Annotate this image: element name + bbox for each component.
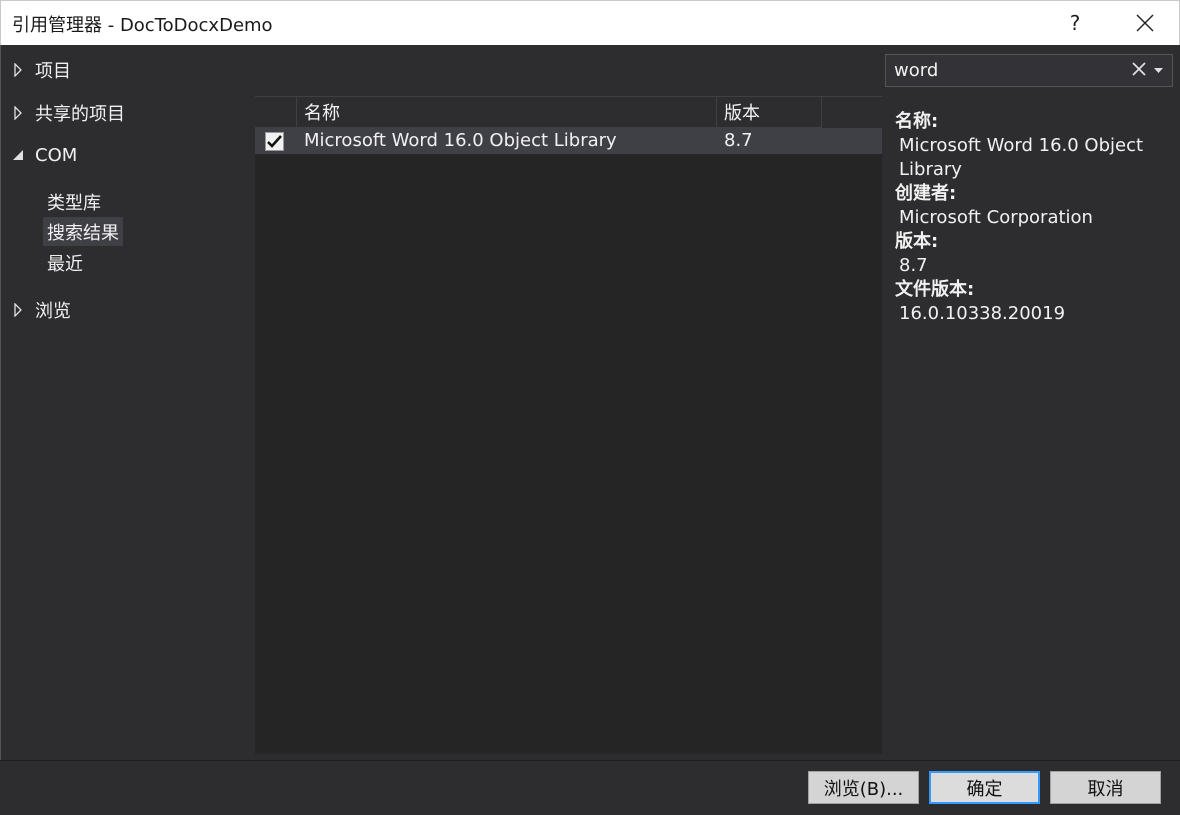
close-icon — [1136, 14, 1154, 32]
details-pane: 名称: Microsoft Word 16.0 Object Library 创… — [895, 110, 1165, 326]
detail-name-value: Microsoft Word 16.0 Object Library — [899, 135, 1144, 180]
collapse-arrow-icon[interactable] — [1, 149, 35, 161]
help-button[interactable]: ? — [1046, 1, 1104, 45]
nav-sub-search-results[interactable]: 搜索结果 — [43, 217, 123, 246]
detail-file-version-value: 16.0.10338.20019 — [899, 303, 1066, 324]
nav-sub-type-library[interactable]: 类型库 — [43, 187, 105, 216]
column-header-label: 版本 — [724, 103, 760, 124]
row-version: 8.7 — [724, 130, 753, 151]
help-icon: ? — [1069, 11, 1081, 35]
row-checkbox[interactable] — [265, 132, 284, 151]
nav-item-shared-projects[interactable]: 共享的项目 — [1, 98, 125, 128]
dialog-footer: 浏览(B)... 确定 取消 — [0, 760, 1180, 815]
expand-arrow-icon[interactable] — [1, 106, 35, 120]
nav-item-com[interactable]: COM — [1, 140, 77, 170]
nav-sub-label: 最近 — [47, 253, 83, 275]
nav-sub-recent[interactable]: 最近 — [43, 248, 87, 277]
browse-button-label: 浏览(B)... — [823, 778, 904, 800]
expand-arrow-icon[interactable] — [1, 63, 35, 77]
window-title: 引用管理器 - DocToDocxDemo — [12, 15, 273, 36]
nav-item-label: 共享的项目 — [35, 104, 125, 125]
detail-name-label: 名称: — [895, 111, 939, 132]
nav-sub-label: 搜索结果 — [47, 222, 119, 244]
ok-button-label: 确定 — [966, 778, 1003, 800]
row-name: Microsoft Word 16.0 Object Library — [304, 130, 617, 151]
checkmark-icon — [267, 135, 282, 148]
detail-file-version-label: 文件版本: — [895, 279, 975, 300]
detail-author-value: Microsoft Corporation — [899, 207, 1093, 228]
nav-item-label: COM — [35, 144, 78, 166]
column-header-name[interactable]: 名称 — [297, 97, 717, 128]
column-header-version[interactable]: 版本 — [717, 97, 822, 128]
navigation-pane: 项目 共享的项目 COM 类型库 搜索结果 最近 浏览 — [0, 45, 255, 760]
nav-item-browse[interactable]: 浏览 — [1, 295, 71, 325]
nav-item-label: 浏览 — [35, 301, 71, 322]
title-bar: 引用管理器 - DocToDocxDemo ? — [0, 0, 1180, 45]
browse-button[interactable]: 浏览(B)... — [808, 771, 919, 804]
expand-arrow-icon[interactable] — [1, 303, 35, 317]
close-button[interactable] — [1116, 1, 1174, 45]
column-header-label: 名称 — [304, 103, 340, 124]
nav-item-label: 项目 — [35, 61, 71, 82]
column-header-checkbox[interactable] — [255, 97, 297, 128]
table-row[interactable]: Microsoft Word 16.0 Object Library 8.7 — [255, 128, 882, 154]
search-input[interactable]: word — [894, 60, 938, 81]
detail-version-label: 版本: — [895, 231, 939, 252]
clear-search-icon[interactable] — [1131, 61, 1147, 77]
detail-author-label: 创建者: — [895, 183, 957, 204]
detail-version-value: 8.7 — [899, 255, 928, 276]
search-box[interactable]: word — [885, 54, 1173, 87]
nav-item-projects[interactable]: 项目 — [1, 55, 71, 85]
cancel-button-label: 取消 — [1087, 778, 1124, 800]
nav-sub-label: 类型库 — [47, 192, 101, 214]
reference-list: 名称 版本 Microsoft Word 16.0 Object Library… — [255, 96, 882, 754]
list-header: 名称 版本 — [255, 96, 882, 128]
cancel-button[interactable]: 取消 — [1050, 771, 1161, 804]
chevron-down-icon[interactable] — [1154, 68, 1163, 74]
ok-button[interactable]: 确定 — [929, 771, 1040, 804]
